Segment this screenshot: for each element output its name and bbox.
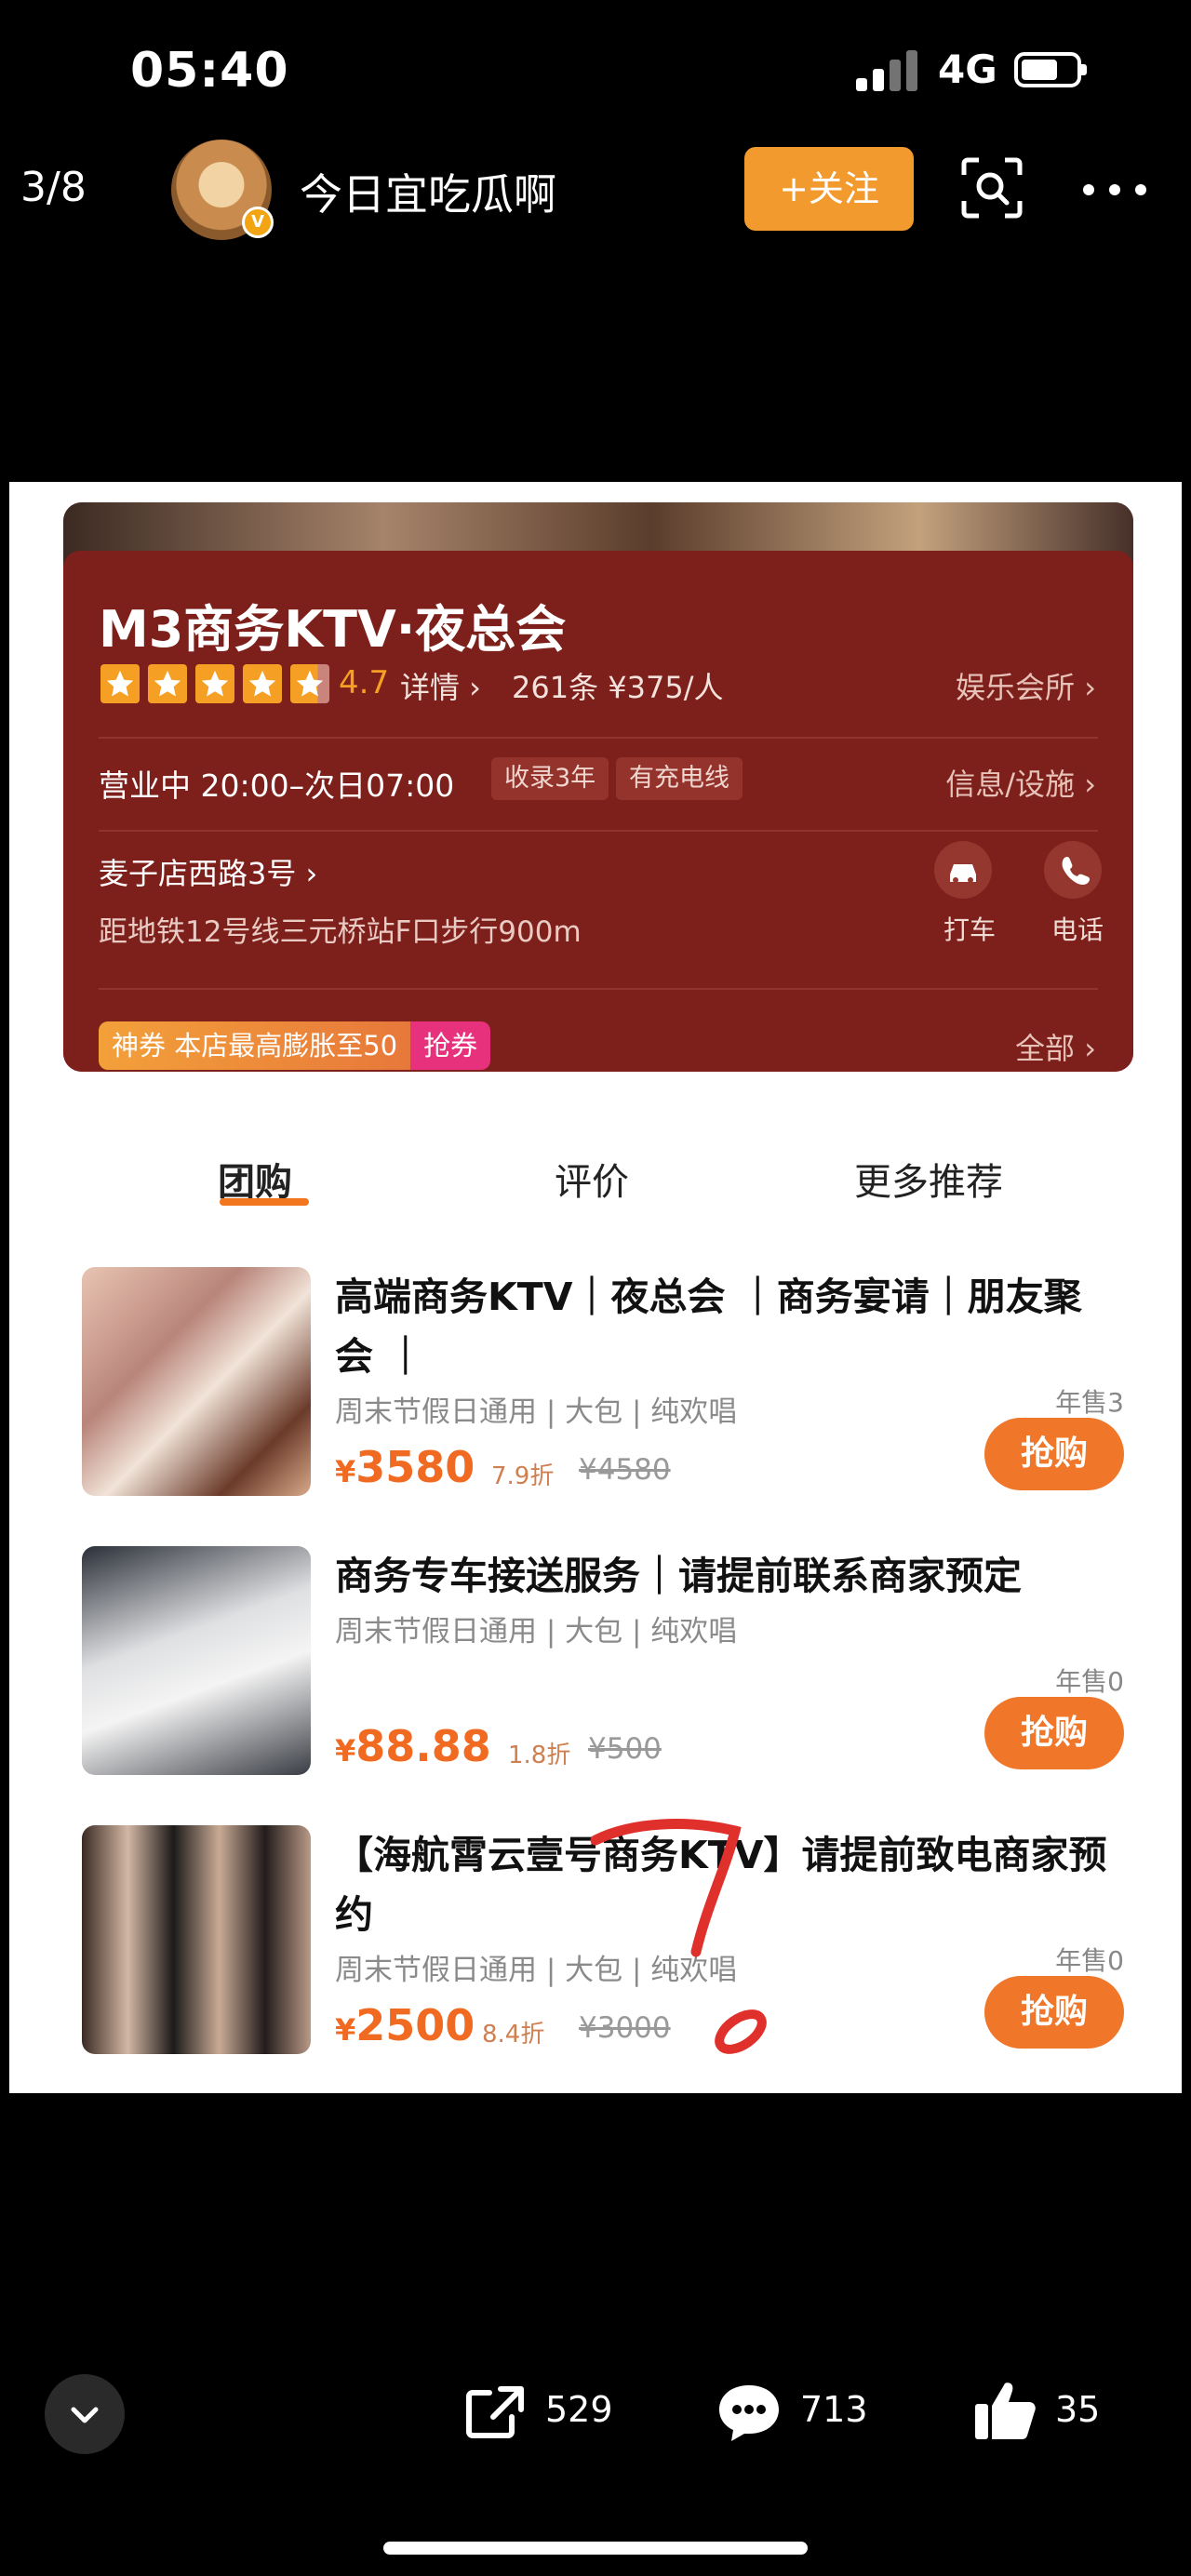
share-count: 529 <box>545 2389 613 2430</box>
buy-button[interactable]: 抢购 <box>984 1418 1124 1490</box>
car-icon <box>950 864 976 883</box>
star-icon <box>243 664 283 703</box>
deal-price: ¥88.88 <box>335 1721 491 1771</box>
divider <box>99 737 1098 739</box>
business-hours: 营业中 20:00–次日07:00 <box>99 767 455 804</box>
deal-original-price: ¥500 <box>588 1732 662 1766</box>
status-time: 05:40 <box>130 43 289 99</box>
currency-symbol: ¥ <box>335 1733 356 1768</box>
call-button[interactable] <box>1044 841 1102 899</box>
home-indicator[interactable] <box>383 2542 808 2555</box>
phone-icon <box>1062 856 1091 885</box>
comment-icon[interactable] <box>715 2380 783 2445</box>
handwritten-annotation <box>590 1819 767 2054</box>
deal-photo <box>82 1267 311 1496</box>
deal-annual-sales: 年售0 <box>1055 1945 1124 1976</box>
deal-price: ¥3580 <box>335 1442 475 1492</box>
avatar[interactable]: V <box>171 140 274 240</box>
tag-listed: 收录3年 <box>491 757 609 800</box>
deal-discount: 7.9折 <box>491 1462 555 1490</box>
star-half-icon <box>290 664 330 703</box>
tag-charger: 有充电线 <box>616 757 743 800</box>
deal-title: 高端商务KTV｜夜总会 ｜商务宴请｜朋友聚会 ｜ <box>335 1275 1082 1379</box>
post-image[interactable]: M3商务KTV·夜总会 4.7 详情 › 261条 ¥375/人 娱乐会所 › … <box>9 482 1182 2093</box>
network-type: 4G <box>938 47 997 92</box>
battery-icon <box>1014 52 1087 87</box>
category-link[interactable]: 娱乐会所 › <box>956 664 1096 707</box>
currency-symbol: ¥ <box>335 1454 356 1489</box>
buy-button[interactable]: 抢购 <box>984 1976 1124 2049</box>
username[interactable]: 今日宜吃瓜啊 <box>300 161 556 222</box>
deal-annual-sales: 年售3 <box>1055 1387 1124 1418</box>
coupon-banner[interactable]: 神券 本店最高膨胀至50 抢券 <box>99 1021 491 1070</box>
follow-button[interactable]: +关注 <box>744 147 914 231</box>
more-options-icon[interactable] <box>1083 184 1146 195</box>
metro-distance: 距地铁12号线三元桥站F口步行900m <box>99 915 582 949</box>
coupon-text: 神券 本店最高膨胀至50 <box>99 1021 411 1070</box>
deal-discount: 8.4折 <box>482 2021 545 2049</box>
verified-badge-icon: V <box>242 207 274 238</box>
star-icon <box>148 664 188 703</box>
rating-score: 4.7 <box>339 664 390 701</box>
active-tab-indicator <box>220 1198 309 1206</box>
like-count: 35 <box>1055 2389 1101 2430</box>
deal-original-price: ¥4580 <box>579 1453 671 1487</box>
taxi-button[interactable] <box>934 841 992 899</box>
tab-reviews[interactable]: 评价 <box>555 1152 629 1206</box>
signal-icon <box>856 48 917 91</box>
currency-symbol: ¥ <box>335 2012 356 2048</box>
star-rating <box>100 664 333 705</box>
chevron-down-icon <box>71 2407 99 2423</box>
deal-item[interactable]: 高端商务KTV｜夜总会 ｜商务宴请｜朋友聚会 ｜ 周末节假日通用 | 大包 | … <box>82 1267 1124 1509</box>
scan-search-icon[interactable] <box>960 156 1024 220</box>
deal-discount: 1.8折 <box>508 1742 571 1769</box>
deal-photo <box>82 1546 311 1775</box>
collapse-button[interactable] <box>45 2374 125 2454</box>
shop-address[interactable]: 麦子店西路3号 › <box>99 850 317 893</box>
deal-meta: 周末节假日通用 | 大包 | 纯欢唱 <box>335 1395 738 1429</box>
deal-title: 商务专车接送服务｜请提前联系商家预定 <box>335 1554 1022 1598</box>
comment-count: 713 <box>800 2389 868 2430</box>
tab-more-recommendations[interactable]: 更多推荐 <box>854 1152 1003 1206</box>
deal-photo <box>82 1825 311 2054</box>
deal-item[interactable]: 商务专车接送服务｜请提前联系商家预定 周末节假日通用 | 大包 | 纯欢唱 ¥8… <box>82 1546 1124 1788</box>
facilities-link[interactable]: 信息/设施 › <box>945 761 1096 804</box>
share-icon[interactable] <box>463 2382 529 2441</box>
page-counter: 3/8 <box>20 164 87 211</box>
divider <box>99 830 1098 832</box>
taxi-label: 打车 <box>943 914 997 945</box>
all-coupons-link[interactable]: 全部 › <box>1015 1025 1096 1068</box>
shop-name: M3商务KTV·夜总会 <box>99 600 567 659</box>
call-label: 电话 <box>1051 914 1104 945</box>
deal-annual-sales: 年售0 <box>1055 1666 1124 1697</box>
deal-price: ¥2500 <box>335 2000 475 2050</box>
shop-header-card: M3商务KTV·夜总会 4.7 详情 › 261条 ¥375/人 娱乐会所 › … <box>63 502 1133 1072</box>
star-icon <box>195 664 235 703</box>
divider <box>99 988 1098 990</box>
price-value: 3580 <box>355 1442 475 1492</box>
grab-coupon-button[interactable]: 抢券 <box>410 1021 491 1070</box>
price-value: 2500 <box>355 2000 475 2050</box>
deal-meta: 周末节假日通用 | 大包 | 纯欢唱 <box>335 1615 738 1648</box>
detail-link[interactable]: 详情 › <box>400 664 481 707</box>
review-count-price: 261条 ¥375/人 <box>512 670 724 705</box>
buy-button[interactable]: 抢购 <box>984 1697 1124 1769</box>
price-value: 88.88 <box>355 1721 491 1771</box>
like-icon[interactable] <box>971 2378 1038 2443</box>
star-icon <box>100 664 140 703</box>
